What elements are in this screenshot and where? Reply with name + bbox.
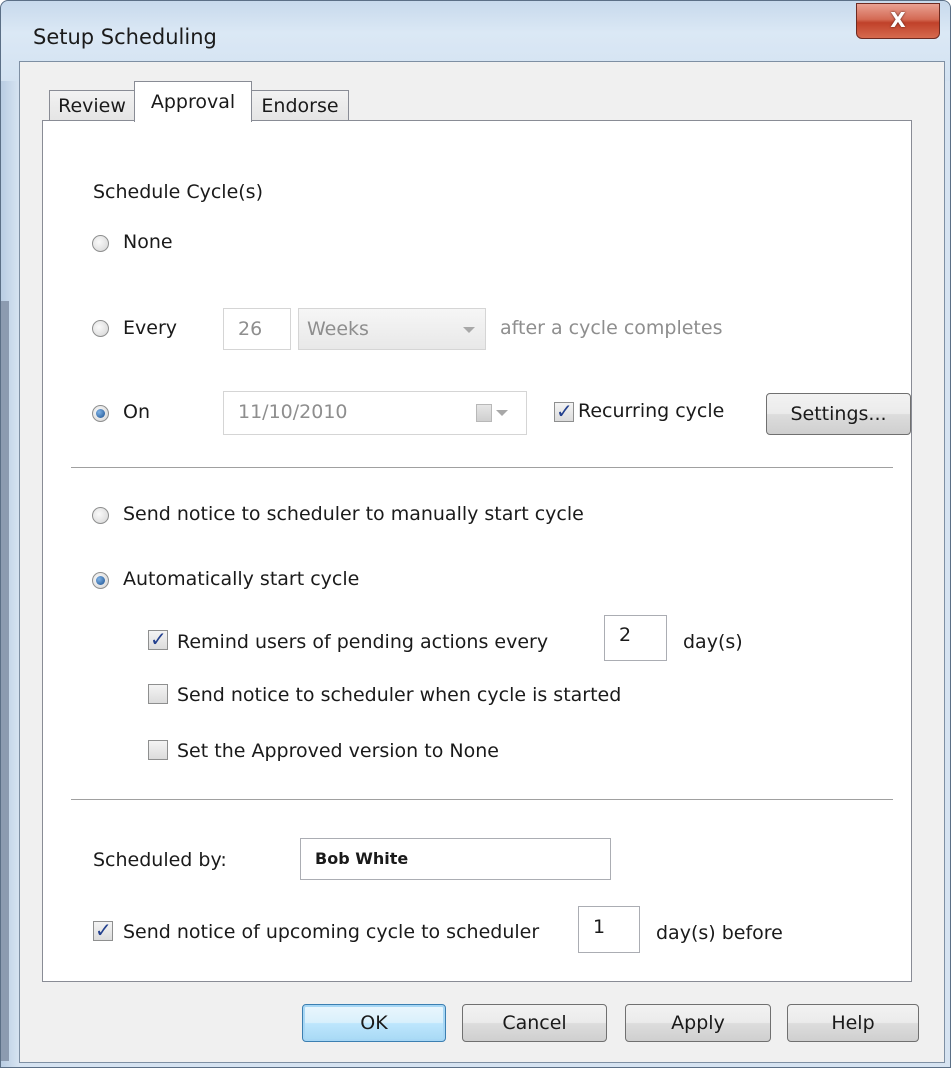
- remind-days-input[interactable]: 2: [604, 615, 667, 661]
- notice-started-label: Send notice to scheduler when cycle is s…: [177, 684, 622, 706]
- scheduled-by-input[interactable]: Bob White: [300, 838, 611, 880]
- auto-start-radio[interactable]: [92, 572, 109, 589]
- recurring-cycle-label: Recurring cycle: [578, 400, 725, 422]
- upcoming-days-unit: day(s) before: [656, 922, 783, 944]
- remind-users-label: Remind users of pending actions every: [177, 631, 549, 653]
- upcoming-days-input[interactable]: 1: [578, 906, 640, 953]
- every-radio[interactable]: [92, 320, 109, 337]
- checkmark-icon: ✓: [150, 627, 167, 651]
- remind-days-unit: day(s): [683, 631, 743, 653]
- every-radio-label: Every: [123, 317, 177, 339]
- window-title: Setup Scheduling: [33, 25, 217, 49]
- none-radio-label: None: [123, 231, 173, 253]
- none-radio[interactable]: [92, 235, 109, 252]
- calendar-icon: [476, 404, 492, 422]
- every-unit-value: Weeks: [307, 318, 369, 340]
- manual-start-label: Send notice to scheduler to manually sta…: [123, 503, 584, 525]
- schedule-cycles-heading: Schedule Cycle(s): [93, 181, 263, 203]
- upcoming-notice-checkbox[interactable]: ✓: [93, 918, 113, 942]
- tab-review[interactable]: Review: [49, 90, 135, 122]
- on-date-value: 11/10/2010: [238, 401, 348, 423]
- help-button[interactable]: Help: [787, 1004, 919, 1042]
- on-date-picker[interactable]: 11/10/2010: [223, 391, 527, 435]
- settings-button[interactable]: Settings...: [766, 393, 911, 435]
- checkmark-icon: ✓: [556, 399, 573, 423]
- upcoming-notice-label: Send notice of upcoming cycle to schedul…: [123, 921, 540, 943]
- ok-button[interactable]: OK: [302, 1004, 446, 1042]
- close-button[interactable]: X: [856, 3, 940, 39]
- every-interval-input[interactable]: 26: [223, 308, 291, 350]
- auto-start-label: Automatically start cycle: [123, 568, 360, 590]
- close-icon: X: [890, 8, 906, 32]
- tab-review-label: Review: [58, 95, 126, 117]
- chevron-down-icon: [463, 327, 475, 333]
- tab-endorse[interactable]: Endorse: [251, 90, 349, 122]
- apply-button[interactable]: Apply: [625, 1004, 771, 1042]
- manual-start-radio[interactable]: [92, 507, 109, 524]
- approved-none-label: Set the Approved version to None: [177, 740, 499, 762]
- approved-none-checkbox[interactable]: [148, 740, 168, 760]
- remind-users-checkbox[interactable]: ✓: [148, 627, 168, 651]
- window-frame-edge: [1, 301, 9, 1061]
- tab-approval[interactable]: Approval: [134, 81, 252, 122]
- every-unit-select[interactable]: Weeks: [298, 308, 486, 350]
- checkmark-icon: ✓: [95, 918, 112, 942]
- separator-1: [71, 467, 893, 469]
- scheduled-by-label: Scheduled by:: [93, 849, 227, 871]
- every-suffix-text: after a cycle completes: [500, 317, 723, 339]
- dialog-window: Setup Scheduling X Review Approval Endor…: [0, 0, 951, 1068]
- recurring-cycle-checkbox[interactable]: ✓: [554, 399, 574, 423]
- tab-approval-label: Approval: [150, 91, 236, 113]
- date-dropdown-icon: [496, 410, 508, 416]
- on-radio[interactable]: [92, 405, 109, 422]
- separator-2: [71, 799, 893, 801]
- on-radio-label: On: [123, 401, 150, 423]
- cancel-button[interactable]: Cancel: [462, 1004, 607, 1042]
- tab-endorse-label: Endorse: [261, 95, 339, 117]
- notice-started-checkbox[interactable]: [148, 684, 168, 704]
